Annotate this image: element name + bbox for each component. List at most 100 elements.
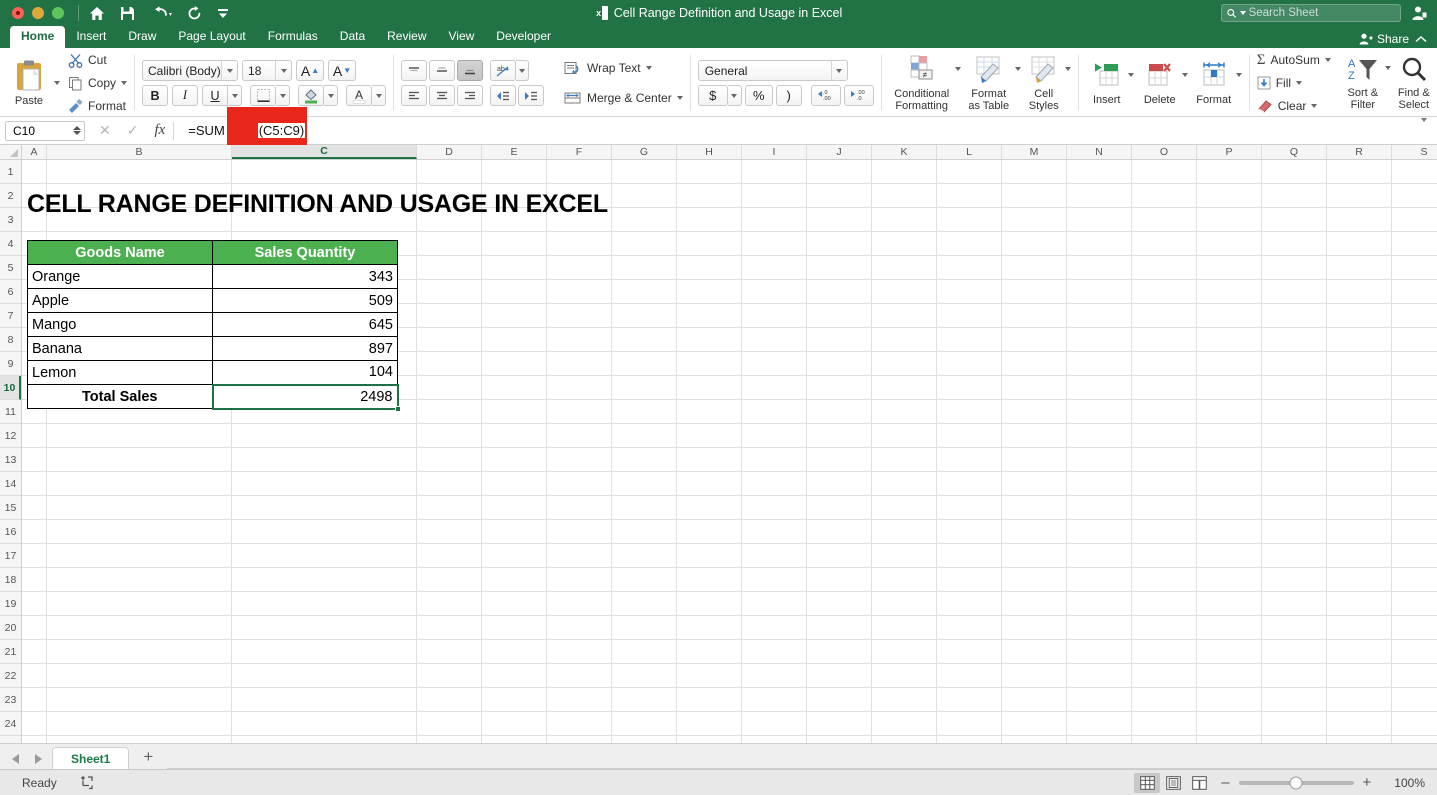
cell-sales-quantity[interactable]: 104 [212, 360, 398, 385]
paste-dropdown-icon[interactable] [54, 81, 60, 85]
align-bottom-button[interactable] [457, 60, 484, 81]
zoom-slider-knob[interactable] [1289, 776, 1303, 789]
cut-button[interactable]: Cut [68, 50, 127, 70]
column-header-Q[interactable]: Q [1262, 145, 1327, 159]
borders-split-button[interactable] [250, 85, 291, 106]
zoom-in-button[interactable]: + [1354, 774, 1381, 791]
column-header-H[interactable]: H [677, 145, 742, 159]
fill-color-split-button[interactable] [298, 85, 339, 106]
wrap-text-button[interactable]: Wrap Text [564, 58, 683, 79]
orientation-dropdown[interactable] [516, 60, 530, 81]
row-header-4[interactable]: 4 [0, 232, 21, 256]
number-format-caret-icon[interactable] [836, 68, 843, 73]
name-box[interactable]: C10 [5, 120, 85, 141]
column-header-J[interactable]: J [807, 145, 872, 159]
cell-styles-button[interactable]: Cell Styles [1023, 55, 1065, 112]
delete-cells-dropdown-icon[interactable] [1181, 72, 1188, 77]
currency-split-button[interactable]: $ [697, 85, 742, 106]
row-header-24[interactable]: 24 [0, 712, 21, 736]
table-row[interactable]: Banana 897 [27, 336, 398, 361]
column-header-I[interactable]: I [742, 145, 807, 159]
fill-handle[interactable] [394, 405, 401, 412]
cell-sales-quantity[interactable]: 897 [212, 336, 398, 361]
page-layout-view-icon[interactable] [1160, 773, 1186, 793]
add-sheet-button[interactable]: + [129, 747, 167, 769]
insert-function-icon[interactable]: fx [154, 122, 165, 139]
row-header-8[interactable]: 8 [0, 328, 21, 352]
column-header-P[interactable]: P [1197, 145, 1262, 159]
row-header-22[interactable]: 22 [0, 664, 21, 688]
cancel-icon[interactable]: ✕ [99, 122, 111, 139]
arrow-left-icon[interactable] [12, 754, 19, 764]
copy-button[interactable]: Copy [68, 73, 128, 93]
row-header-5[interactable]: 5 [0, 256, 21, 280]
align-top-button[interactable] [401, 60, 428, 81]
table-row[interactable]: Mango 645 [27, 312, 398, 337]
row-header-21[interactable]: 21 [0, 640, 21, 664]
chevron-up-icon[interactable] [1415, 35, 1427, 44]
row-header-17[interactable]: 17 [0, 544, 21, 568]
insert-cells-dropdown-icon[interactable] [1127, 72, 1134, 77]
font-name-select[interactable]: Calibri (Body) [142, 60, 239, 81]
format-as-table-dropdown-icon[interactable] [1014, 66, 1021, 71]
row-header-2[interactable]: 2 [0, 184, 21, 208]
search-sheet-box[interactable] [1221, 4, 1401, 22]
row-header-13[interactable]: 13 [0, 448, 21, 472]
cell-styles-dropdown-icon[interactable] [1064, 66, 1071, 71]
orientation-button[interactable]: ab [490, 60, 517, 81]
currency-dropdown[interactable] [727, 85, 742, 106]
copy-dropdown-icon[interactable] [121, 81, 128, 85]
decrease-decimal-button[interactable]: .00 .0 [843, 85, 874, 106]
row-header-10[interactable]: 10 [0, 376, 21, 400]
tab-insert[interactable]: Insert [65, 26, 117, 48]
table-total-row[interactable]: Total Sales 2498 [27, 383, 401, 412]
autosum-dropdown-icon[interactable] [1324, 58, 1331, 62]
merge-center-button[interactable]: Merge & Center [564, 88, 683, 109]
increase-decimal-button[interactable]: .0 .00 [810, 85, 841, 106]
confirm-icon[interactable]: ✓ [127, 122, 139, 139]
minimize-window-button[interactable] [32, 7, 44, 19]
name-box-spinner[interactable] [73, 126, 81, 135]
close-window-button[interactable] [12, 7, 24, 19]
font-color-split-button[interactable]: A [346, 85, 387, 106]
cell-sales-quantity[interactable]: 343 [212, 264, 398, 289]
sheet-tab-sheet1[interactable]: Sheet1 [52, 747, 130, 769]
paste-button[interactable]: Paste [7, 60, 51, 107]
zoom-slider[interactable] [1238, 776, 1354, 789]
fill-color-button[interactable] [298, 85, 325, 106]
column-header-A[interactable]: A [22, 145, 47, 159]
zoom-out-button[interactable]: – [1212, 774, 1238, 791]
row-header-11[interactable]: 11 [0, 400, 21, 424]
insert-cells-button[interactable]: Insert [1086, 61, 1128, 106]
tab-page-layout[interactable]: Page Layout [167, 26, 256, 48]
font-size-select[interactable]: 18 [242, 60, 293, 81]
column-header-F[interactable]: F [547, 145, 612, 159]
font-color-dropdown[interactable] [372, 85, 387, 106]
conditional-formatting-button[interactable]: ≠ Conditional Formatting [889, 55, 955, 112]
cell-total-label[interactable]: Total Sales [27, 384, 213, 409]
decrease-indent-button[interactable] [490, 85, 517, 106]
column-header-B[interactable]: B [47, 145, 232, 159]
column-header-K[interactable]: K [872, 145, 937, 159]
currency-button[interactable]: $ [697, 85, 728, 106]
row-header-25[interactable]: 25 [0, 736, 21, 743]
column-header-C[interactable]: C [232, 145, 417, 159]
increase-font-size-button[interactable]: A ▲ [296, 60, 325, 81]
cell-goods-name[interactable]: Apple [27, 288, 213, 313]
column-header-S[interactable]: S [1392, 145, 1437, 159]
column-header-D[interactable]: D [417, 145, 482, 159]
cell-goods-name[interactable]: Mango [27, 312, 213, 337]
row-header-7[interactable]: 7 [0, 304, 21, 328]
wrap-text-dropdown-icon[interactable] [645, 66, 652, 70]
cell-goods-name[interactable]: Lemon [27, 360, 213, 385]
tab-data[interactable]: Data [329, 26, 376, 48]
table-row[interactable]: Orange 343 [27, 264, 398, 289]
font-name-caret-icon[interactable] [226, 68, 233, 73]
percent-style-button[interactable]: % [744, 85, 773, 106]
borders-button[interactable] [250, 85, 277, 106]
conditional-formatting-dropdown-icon[interactable] [954, 66, 961, 71]
customize-qat-icon[interactable] [217, 7, 229, 20]
align-left-button[interactable] [401, 85, 428, 106]
row-header-12[interactable]: 12 [0, 424, 21, 448]
underline-split-button[interactable]: U [202, 85, 243, 106]
